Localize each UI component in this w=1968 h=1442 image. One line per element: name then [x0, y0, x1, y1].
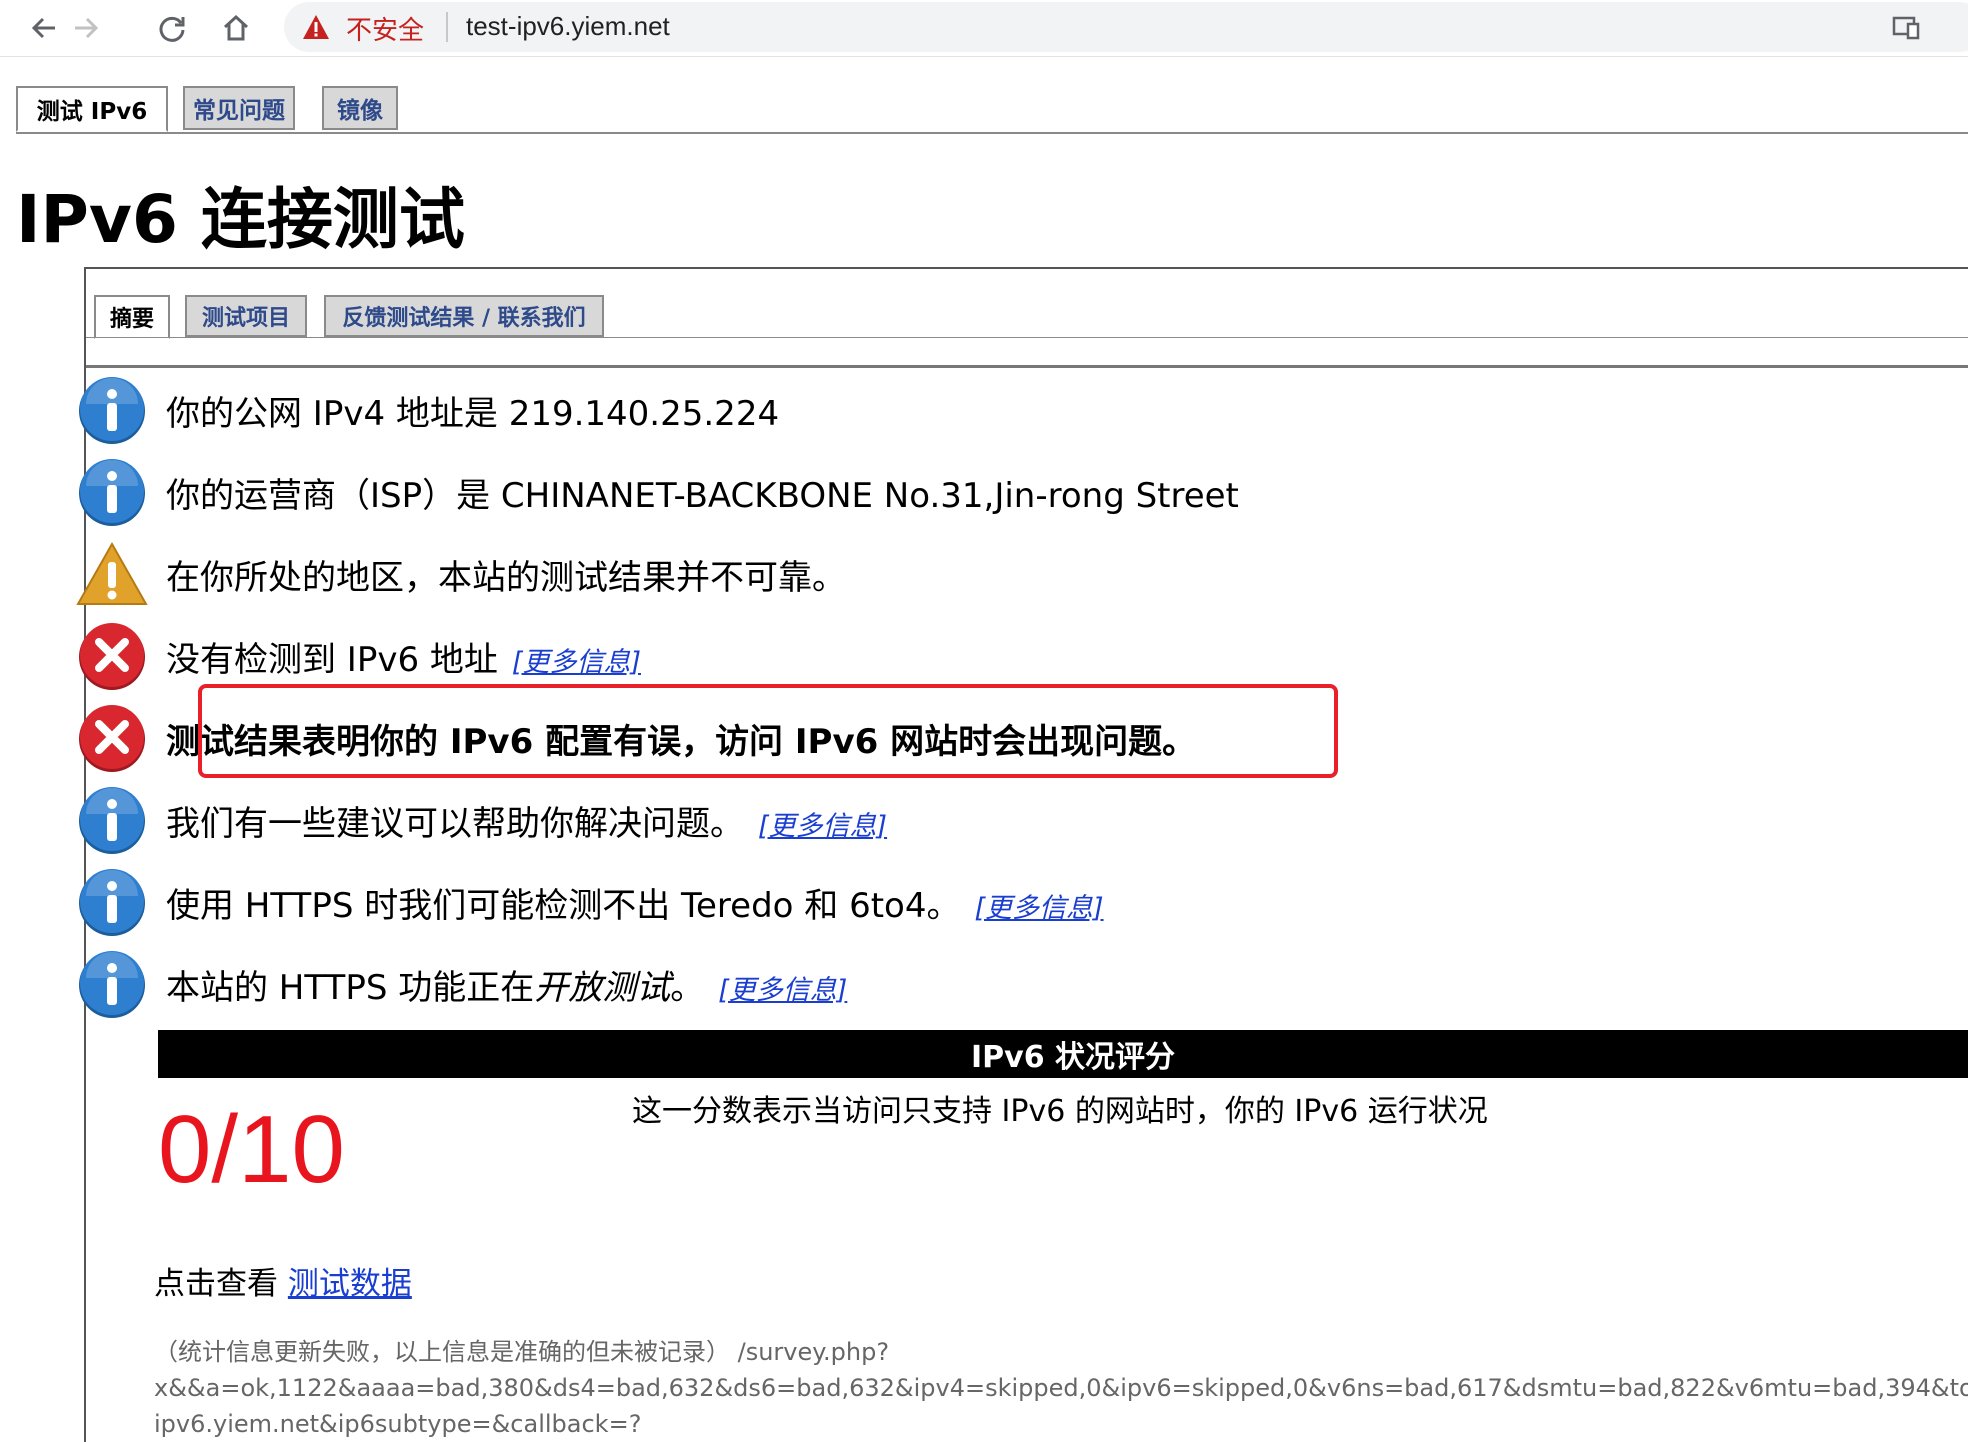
tab-mirrors[interactable]: 镜像: [322, 86, 398, 130]
security-label[interactable]: 不安全: [346, 10, 424, 47]
stats-text: （统计信息更新失败，以上信息是准确的但未被记录） /survey.php? x&…: [154, 1334, 1968, 1442]
result-text-part: 你的公网 IPv4 地址是 219.140.25.224: [166, 393, 780, 434]
tab-summary[interactable]: 摘要: [94, 295, 170, 339]
warning-icon: [76, 538, 148, 610]
result-text-part: 没有检测到 IPv6 地址: [166, 639, 498, 680]
highlight-box: [198, 684, 1338, 778]
separator: [446, 12, 448, 42]
score-header: IPv6 状况评分: [158, 1030, 1968, 1078]
result-text: 我们有一些建议可以帮助你解决问题。 [更多信息]: [166, 796, 887, 845]
back-icon[interactable]: [26, 10, 62, 46]
reload-icon[interactable]: [154, 10, 190, 46]
info-icon: [76, 784, 148, 856]
test-data-link[interactable]: 测试数据: [288, 1266, 412, 1302]
result-text-emphasis: 开放测试: [534, 967, 671, 1008]
error-icon: [76, 620, 148, 692]
result-text: 使用 HTTPS 时我们可能检测不出 Teredo 和 6to4。 [更多信息]: [166, 878, 1104, 927]
browser-toolbar: 不安全 test-ipv6.yiem.net: [0, 0, 1968, 57]
install-app-icon[interactable]: [1892, 16, 1922, 40]
result-row: 我们有一些建议可以帮助你解决问题。 [更多信息]: [76, 784, 887, 856]
forward-icon[interactable]: [68, 10, 104, 46]
more-info-link[interactable]: [更多信息]: [512, 647, 641, 678]
result-text-part: 你的运营商（ISP）是 CHINANET-BACKBONE No.31,Jin-…: [166, 475, 1239, 516]
tab-feedback[interactable]: 反馈测试结果 / 联系我们: [324, 295, 604, 337]
view-test-data-prefix: 点击查看: [154, 1266, 278, 1302]
result-text-part: 我们有一些建议可以帮助你解决问题。: [166, 803, 744, 844]
info-icon: [76, 456, 148, 528]
url-text[interactable]: test-ipv6.yiem.net: [466, 11, 670, 42]
info-icon: [76, 374, 148, 446]
tab-divider: [16, 132, 1968, 134]
result-text-part: 使用 HTTPS 时我们可能检测不出 Teredo 和 6to4。: [166, 885, 961, 926]
score-description: 这一分数表示当访问只支持 IPv6 的网站时，你的 IPv6 运行状况: [632, 1094, 1488, 1129]
sub-tab-divider: [86, 337, 1968, 338]
view-test-data: 点击查看 测试数据: [154, 1258, 412, 1303]
stats-line-3: ipv6.yiem.net&ip6subtype=&callback=?: [154, 1410, 642, 1438]
more-info-link[interactable]: [更多信息]: [718, 975, 847, 1006]
info-icon: [76, 948, 148, 1020]
result-row: 你的运营商（ISP）是 CHINANET-BACKBONE No.31,Jin-…: [76, 456, 1239, 528]
more-info-link[interactable]: [更多信息]: [974, 893, 1103, 924]
result-row: 使用 HTTPS 时我们可能检测不出 Teredo 和 6to4。 [更多信息]: [76, 866, 1104, 938]
stats-line-1: （统计信息更新失败，以上信息是准确的但未被记录） /survey.php?: [154, 1338, 890, 1366]
result-text-part: 在你所处的地区，本站的测试结果并不可靠。: [166, 557, 846, 598]
home-icon[interactable]: [218, 10, 254, 46]
warning-triangle-icon: [303, 15, 329, 39]
result-text: 本站的 HTTPS 功能正在开放测试。 [更多信息]: [166, 960, 847, 1009]
result-row: 本站的 HTTPS 功能正在开放测试。 [更多信息]: [76, 948, 847, 1020]
info-icon: [76, 866, 148, 938]
result-text-part: 。: [670, 967, 705, 1008]
result-text: 没有检测到 IPv6 地址 [更多信息]: [166, 632, 641, 681]
result-text: 在你所处的地区，本站的测试结果并不可靠。: [166, 550, 846, 599]
result-row: 没有检测到 IPv6 地址 [更多信息]: [76, 620, 641, 692]
tab-tests[interactable]: 测试项目: [185, 295, 307, 337]
sub-tab-underline: [86, 365, 1968, 368]
error-icon: [76, 702, 148, 774]
score-value: 0/10: [158, 1096, 345, 1203]
result-row: 你的公网 IPv4 地址是 219.140.25.224: [76, 374, 779, 446]
tab-test-ipv6[interactable]: 测试 IPv6: [16, 86, 168, 132]
more-info-link[interactable]: [更多信息]: [758, 811, 887, 842]
result-text-part: 本站的 HTTPS 功能正在: [166, 967, 535, 1008]
page-title: IPv6 连接测试: [16, 181, 465, 258]
address-bar[interactable]: 不安全 test-ipv6.yiem.net: [284, 2, 1968, 52]
result-text: 你的公网 IPv4 地址是 219.140.25.224: [166, 386, 779, 435]
stats-line-2: x&&a=ok,1122&aaaa=bad,380&ds4=bad,632&ds…: [154, 1374, 1968, 1402]
tab-faq[interactable]: 常见问题: [183, 86, 295, 130]
result-text: 你的运营商（ISP）是 CHINANET-BACKBONE No.31,Jin-…: [166, 468, 1239, 517]
result-row: 在你所处的地区，本站的测试结果并不可靠。: [76, 538, 846, 610]
